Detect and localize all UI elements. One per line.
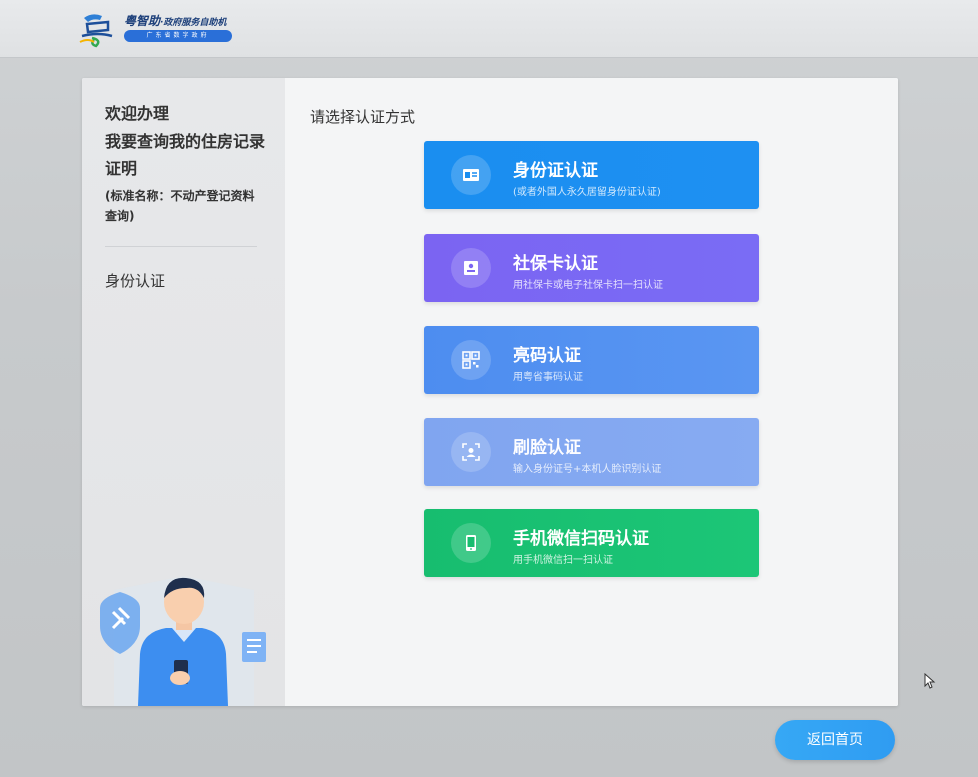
standard-name: (标准名称：不动产登记资料查询) (105, 189, 255, 223)
phone-icon (451, 523, 491, 563)
option-desc: 用社保卡或电子社保卡扫一扫认证 (513, 280, 663, 291)
social-card-icon (451, 248, 491, 288)
social-card-auth-button[interactable]: 社保卡认证 用社保卡或电子社保卡扫一扫认证 (424, 234, 759, 302)
brand-title: 粤智助·政府服务自助机 (124, 12, 226, 29)
id-card-icon (451, 155, 491, 195)
face-scan-auth-button[interactable]: 刷脸认证 输入身份证号+本机人脸识别认证 (424, 418, 759, 486)
top-header: 粤智助·政府服务自助机 广东省数字政府 (0, 0, 978, 58)
option-desc: 用手机微信扫一扫认证 (513, 555, 613, 566)
service-title: 我要查询我的住房记录证明 (105, 132, 266, 178)
brand-name: 粤智助 (124, 14, 161, 28)
option-desc: 输入身份证号+本机人脸识别认证 (513, 464, 662, 475)
brand-tag: 广东省数字政府 (124, 30, 232, 42)
wechat-scan-auth-button[interactable]: 手机微信扫码认证 用手机微信扫一扫认证 (424, 509, 759, 577)
qr-code-icon (451, 340, 491, 380)
option-label: 亮码认证 (513, 346, 581, 366)
option-label: 身份证认证 (513, 161, 598, 181)
id-card-auth-button[interactable]: 身份证认证 (或者外国人永久居留身份证认证) (424, 141, 759, 209)
sidebar-divider (105, 246, 257, 247)
person-with-phone-icon (100, 576, 266, 706)
option-label: 手机微信扫码认证 (513, 529, 649, 549)
current-step: 身份认证 (105, 272, 166, 290)
return-home-button[interactable]: 返回首页 (775, 720, 895, 760)
sidebar: 欢迎办理 我要查询我的住房记录证明 (标准名称：不动产登记资料查询) 身份认证 (82, 78, 285, 706)
auth-content: 请选择认证方式 身份证认证 (或者外国人永久居留身份证认证) 社保卡认证 用社保… (285, 78, 898, 706)
yue-logo-icon (79, 14, 113, 48)
option-label: 社保卡认证 (513, 254, 598, 274)
option-label: 刷脸认证 (513, 438, 581, 458)
main-panel: 欢迎办理 我要查询我的住房记录证明 (标准名称：不动产登记资料查询) 身份认证 … (82, 78, 898, 706)
auth-prompt: 请选择认证方式 (310, 108, 416, 126)
option-desc: 用粤省事码认证 (513, 372, 583, 383)
option-desc: (或者外国人永久居留身份证认证) (513, 187, 661, 198)
qr-code-auth-button[interactable]: 亮码认证 用粤省事码认证 (424, 326, 759, 394)
face-scan-icon (451, 432, 491, 472)
brand-subtitle: ·政府服务自助机 (160, 18, 227, 28)
mouse-pointer-icon (924, 673, 936, 689)
welcome-text: 欢迎办理 (105, 104, 170, 123)
